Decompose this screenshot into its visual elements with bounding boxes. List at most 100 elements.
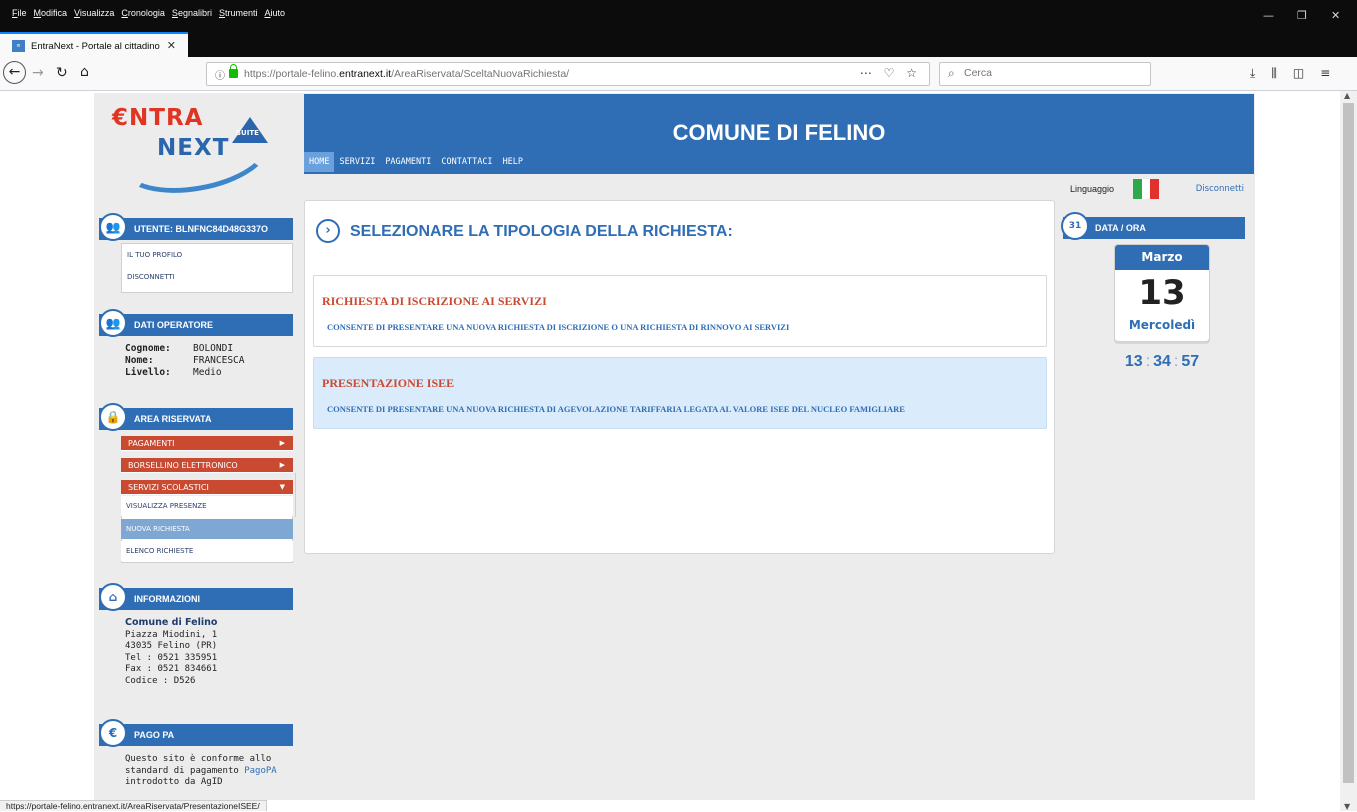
sidebar-collapse-handle[interactable] (295, 473, 303, 517)
library-icon[interactable]: ⫼ (1271, 66, 1277, 81)
italian-flag-icon[interactable] (1133, 179, 1160, 199)
pagopa-text: Questo sito è conforme allo standard di … (125, 754, 277, 787)
calendar-widget: Marzo 13 Mercoledì (1114, 244, 1210, 342)
tab-strip: ≡ EntraNext - Portale al cittadino ✕ + (0, 29, 1357, 78)
info-codice: Codice : D526 (125, 675, 196, 686)
chevron-down-icon: ▼ (279, 483, 285, 491)
nav-servizi[interactable]: SERVIZI (334, 152, 380, 172)
menu-servizi-scolastici[interactable]: SERVIZI SCOLASTICI ▼ (121, 480, 293, 495)
pagopa-link[interactable]: PagoPA (244, 766, 277, 776)
hamburger-menu-icon[interactable]: ≡ (1320, 66, 1330, 81)
back-icon[interactable]: ← (3, 61, 26, 84)
chevron-circle-right-icon: › (316, 219, 340, 243)
menu-file[interactable]: File (12, 8, 27, 18)
vertical-scrollbar[interactable]: ▲ ▼ (1340, 91, 1357, 811)
info-icon[interactable]: ⓘ (215, 67, 225, 82)
tab-active[interactable]: ≡ EntraNext - Portale al cittadino ✕ (0, 32, 188, 58)
info-address: Piazza Miodini, 1 (125, 629, 218, 640)
menu-pagamenti[interactable]: PAGAMENTI ▶ (121, 436, 293, 451)
card-title: RICHIESTA DI ISCRIZIONE AI SERVIZI (322, 294, 547, 308)
language-label: Linguaggio (1070, 184, 1115, 194)
euro-icon: € (99, 719, 127, 747)
calendar-day: 13 (1138, 273, 1186, 313)
menu-visualizza[interactable]: Visualizza (74, 8, 114, 18)
scroll-up-icon[interactable]: ▲ (1344, 91, 1350, 100)
info-fax: Fax : 0521 834661 (125, 664, 218, 674)
window-close-icon[interactable]: ✕ (1331, 10, 1340, 21)
clock-seconds: 57 (1181, 353, 1200, 370)
info-details: Comune di Felino Piazza Miodini, 1 43035… (125, 617, 217, 687)
card-title: PRESENTAZIONE ISEE (322, 376, 455, 390)
nav-contattaci[interactable]: CONTATTACI (436, 152, 497, 172)
operator-level: Medio (193, 367, 222, 378)
menu-modifica[interactable]: Modifica (34, 8, 68, 18)
nav-pagamenti[interactable]: PAGAMENTI (380, 152, 436, 172)
pagopa-header: € PAGO PA (99, 719, 293, 747)
logout-link[interactable]: Disconnetti (1196, 184, 1244, 194)
lock-icon[interactable] (229, 64, 238, 78)
padlock-icon: 🔒 (99, 403, 127, 431)
card-description: CONSENTE DI PRESENTARE UNA NUOVA RICHIES… (327, 322, 790, 332)
chevron-right-icon: ▶ (279, 439, 285, 447)
menu-segnalibri[interactable]: Segnalibri (172, 8, 212, 18)
card-iscrizione-servizi[interactable]: RICHIESTA DI ISCRIZIONE AI SERVIZI CONSE… (313, 275, 1047, 347)
tab-title: EntraNext - Portale al cittadino (31, 40, 160, 52)
url-bar[interactable]: ⓘ https://portale-felino.entranext.it/Ar… (206, 62, 930, 86)
info-name: Comune di Felino (125, 617, 218, 628)
scroll-down-icon[interactable]: ▼ (1344, 802, 1350, 811)
submenu-visualizza-presenze[interactable]: VISUALIZZA PRESENZE (121, 496, 293, 516)
clock-minutes: 34 (1153, 353, 1171, 370)
profile-link[interactable]: IL TUO PROFILO (122, 244, 292, 266)
favicon-icon: ≡ (12, 40, 25, 52)
datetime-header: 31 DATA / ORA (1061, 212, 1245, 240)
minimize-icon[interactable]: — (1263, 10, 1274, 21)
menu-cronologia[interactable]: Cronologia (121, 8, 165, 18)
tab-close-icon[interactable]: ✕ (167, 39, 176, 52)
downloads-icon[interactable]: ⤓ (1250, 66, 1255, 81)
status-url: https://portale-felino.entranext.it/Area… (0, 800, 267, 811)
nav-home[interactable]: HOME (304, 152, 335, 172)
forward-icon[interactable]: → (32, 66, 44, 80)
user-icon: 👥 (99, 213, 127, 241)
sidebar-icon[interactable]: ◫ (1293, 66, 1304, 81)
nav-help[interactable]: HELP (498, 152, 528, 172)
reserved-area-header: 🔒 AREA RISERVATA (99, 403, 293, 431)
menu-strumenti[interactable]: Strumenti (219, 8, 258, 18)
chevron-right-icon: ▶ (279, 461, 285, 469)
operator-name: FRANCESCA (193, 355, 245, 366)
user-header: 👥 UTENTE: BLNFNC84D48G337O (99, 213, 293, 241)
home-icon[interactable]: ⌂ (80, 65, 89, 79)
page-header: COMUNE DI FELINO HOME SERVIZI PAGAMENTI … (304, 94, 1254, 174)
calendar-icon: 31 (1061, 212, 1089, 240)
page-actions-icon[interactable]: ⋯ ♡ ☆ (860, 66, 921, 80)
main-panel: › SELEZIONARE LA TIPOLOGIA DELLA RICHIES… (304, 200, 1055, 554)
clock: 13:34:57 (1124, 353, 1200, 370)
page-viewport: €NTRA NEXT SUITE COMUNE DI FELINO HOME S… (0, 91, 1340, 800)
submenu-elenco-richieste[interactable]: ELENCO RICHIESTE (121, 541, 293, 561)
menu-aiuto[interactable]: Aiuto (265, 8, 286, 18)
url-text[interactable]: https://portale-felino.entranext.it/Area… (244, 68, 569, 80)
menu-bar: File Modifica Visualizza Cronologia Segn… (0, 0, 1357, 29)
main-heading: SELEZIONARE LA TIPOLOGIA DELLA RICHIESTA… (350, 223, 733, 240)
operator-details: Cognome: BOLONDI Nome: FRANCESCA Livello: M… (125, 343, 245, 378)
scrollbar-thumb[interactable] (1343, 103, 1354, 783)
calendar-weekday: Mercoledì (1128, 318, 1196, 332)
disconnect-link[interactable]: DISCONNETTI (122, 266, 292, 288)
card-presentazione-isee[interactable]: PRESENTAZIONE ISEE CONSENTE DI PRESENTAR… (313, 357, 1047, 429)
search-input[interactable] (964, 67, 1144, 79)
info-header: ⌂ INFORMAZIONI (99, 583, 293, 611)
search-bar[interactable]: ⌕ (939, 62, 1151, 86)
page-title: COMUNE DI FELINO (672, 120, 886, 145)
clock-hours: 13 (1124, 353, 1143, 370)
submenu-nuova-richiesta[interactable]: NUOVA RICHIESTA (121, 519, 293, 539)
operator-surname: BOLONDI (193, 343, 234, 354)
menu-borsellino[interactable]: BORSELLINO ELETTRONICO ▶ (121, 458, 293, 473)
card-description: CONSENTE DI PRESENTARE UNA NUOVA RICHIES… (327, 404, 905, 414)
reload-icon[interactable]: ↻ (56, 66, 68, 80)
restore-icon[interactable]: ❐ (1297, 10, 1307, 21)
entranext-logo[interactable]: €NTRA NEXT SUITE (112, 103, 275, 204)
operator-icon: 👥 (99, 309, 127, 337)
main-nav: HOME SERVIZI PAGAMENTI CONTATTACI HELP (304, 152, 528, 172)
navigation-toolbar: ← → ↻ ⌂ ⓘ https://portale-felino.entrane… (0, 57, 1357, 91)
calendar-month: Marzo (1115, 245, 1209, 270)
